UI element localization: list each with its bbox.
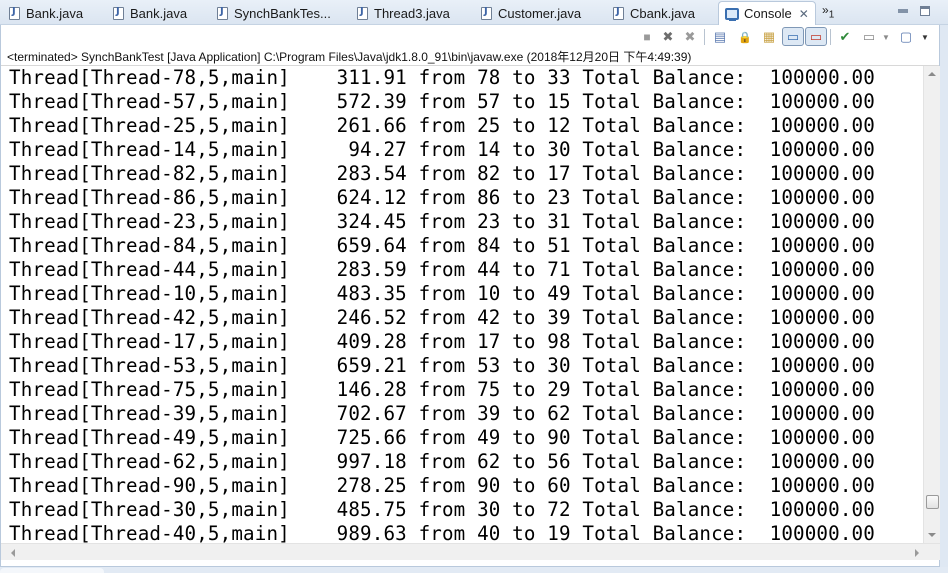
stop-square-icon: ■ — [643, 30, 651, 44]
console-line: Thread[Thread-44,5,main] 283.59 from 44 … — [9, 258, 875, 281]
tab-thread3-java[interactable]: Thread3.java — [357, 2, 450, 25]
scroll-lock-icon: 🔒 — [738, 31, 752, 44]
close-icon[interactable]: ✕ — [799, 7, 809, 21]
tab-label: Thread3.java — [374, 6, 450, 21]
java-file-icon — [113, 6, 124, 20]
pin-console-icon: ✔ — [839, 29, 851, 44]
bottom-panel-strip — [0, 567, 948, 573]
show-stdout-icon: ▭ — [786, 28, 800, 44]
display-selected-console-button[interactable]: ▭ — [861, 29, 877, 45]
terminate-button[interactable]: ■ — [639, 29, 655, 45]
tab-bank-java-2[interactable]: Bank.java — [113, 2, 187, 25]
console-line: Thread[Thread-14,5,main] 94.27 from 14 t… — [9, 138, 875, 161]
java-file-icon — [357, 6, 368, 20]
console-icon — [725, 7, 739, 21]
editor-tab-bar: Bank.java Bank.java SynchBankTes... Thre… — [0, 0, 948, 25]
console-line: Thread[Thread-17,5,main] 409.28 from 17 … — [9, 330, 875, 353]
console-line: Thread[Thread-90,5,main] 278.25 from 90 … — [9, 474, 875, 497]
console-output[interactable]: Thread[Thread-78,5,main] 311.91 from 78 … — [1, 66, 923, 543]
chevron-down-icon: ▼ — [882, 32, 890, 42]
remove-all-terminated-button[interactable]: ✖ — [682, 29, 698, 45]
console-line: Thread[Thread-39,5,main] 702.67 from 39 … — [9, 402, 875, 425]
display-console-icon: ▭ — [862, 29, 876, 44]
open-console-button[interactable]: ▢ — [898, 29, 914, 45]
chevron-down-icon: ▼ — [921, 32, 929, 42]
pin-console-button[interactable]: ✔ — [837, 29, 853, 45]
show-on-stderr-toggle[interactable]: ▭ — [805, 27, 827, 46]
scroll-up-arrow-icon[interactable] — [928, 72, 936, 76]
console-line: Thread[Thread-78,5,main] 311.91 from 78 … — [9, 66, 875, 89]
tab-label: Bank.java — [130, 6, 188, 21]
clear-console-icon: ▤ — [713, 29, 727, 44]
maximize-button[interactable] — [920, 6, 930, 16]
horizontal-scrollbar[interactable] — [1, 543, 940, 560]
bottom-panel-tab[interactable] — [0, 568, 104, 573]
console-line: Thread[Thread-86,5,main] 624.12 from 86 … — [9, 186, 875, 209]
tab-customer-java[interactable]: Customer.java — [481, 2, 581, 25]
chevron-double-right-icon: » — [822, 3, 829, 17]
console-line: Thread[Thread-75,5,main] 146.28 from 75 … — [9, 378, 875, 401]
scroll-left-arrow-icon[interactable] — [11, 549, 15, 557]
console-line: Thread[Thread-62,5,main] 997.18 from 62 … — [9, 450, 875, 473]
toolbar-separator — [830, 29, 831, 45]
java-file-icon — [481, 6, 492, 20]
console-line: Thread[Thread-10,5,main] 483.35 from 10 … — [9, 282, 875, 305]
toolbar-separator — [704, 29, 705, 45]
overflow-count: 1 — [828, 9, 835, 21]
display-console-dropdown[interactable]: ▼ — [878, 29, 894, 45]
java-file-icon — [9, 6, 20, 20]
word-wrap-icon: ▦ — [762, 29, 776, 44]
scroll-right-arrow-icon[interactable] — [915, 549, 919, 557]
console-line: Thread[Thread-84,5,main] 659.64 from 84 … — [9, 234, 875, 257]
console-line: Thread[Thread-49,5,main] 725.66 from 49 … — [9, 426, 875, 449]
tab-bank-java-1[interactable]: Bank.java — [9, 2, 83, 25]
scroll-down-arrow-icon[interactable] — [928, 533, 936, 537]
clear-console-button[interactable]: ▤ — [712, 29, 728, 45]
console-line: Thread[Thread-82,5,main] 283.54 from 82 … — [9, 162, 875, 185]
launch-status: <terminated> SynchBankTest [Java Applica… — [7, 50, 692, 64]
remove-launch-button[interactable]: ✖ — [660, 29, 676, 45]
show-on-stdout-toggle[interactable]: ▭ — [782, 27, 804, 46]
tab-label: Console — [744, 6, 792, 21]
open-console-icon: ▢ — [899, 29, 913, 44]
remove-all-icon: ✖ — [684, 29, 696, 44]
console-line: Thread[Thread-30,5,main] 485.75 from 30 … — [9, 498, 875, 521]
console-toolbar: ■ ✖ ✖ ▤ 🔒 ▦ ▭ ▭ ✔ ▭ ▼ ▢ ▼ — [1, 25, 939, 47]
java-file-icon — [217, 6, 228, 20]
tab-cbank-java[interactable]: Cbank.java — [613, 2, 695, 25]
tab-label: Bank.java — [26, 6, 84, 21]
show-stderr-icon: ▭ — [809, 28, 823, 44]
scroll-lock-button[interactable]: 🔒 — [737, 29, 753, 45]
java-file-icon — [613, 6, 624, 20]
tab-console[interactable]: Console ✕ — [718, 1, 816, 25]
tab-label: Customer.java — [498, 6, 582, 21]
minimize-button[interactable] — [898, 9, 908, 13]
word-wrap-button[interactable]: ▦ — [761, 29, 777, 45]
console-line: Thread[Thread-23,5,main] 324.45 from 23 … — [9, 210, 875, 233]
console-line: Thread[Thread-42,5,main] 246.52 from 42 … — [9, 306, 875, 329]
console-line: Thread[Thread-57,5,main] 572.39 from 57 … — [9, 90, 875, 113]
scrollbar-thumb[interactable] — [926, 495, 939, 510]
console-line: Thread[Thread-40,5,main] 989.63 from 40 … — [9, 522, 875, 543]
console-view: ■ ✖ ✖ ▤ 🔒 ▦ ▭ ▭ ✔ ▭ ▼ ▢ ▼ <terminated> S… — [0, 25, 940, 567]
open-console-dropdown[interactable]: ▼ — [917, 29, 933, 45]
vertical-scrollbar[interactable] — [923, 66, 940, 543]
console-line: Thread[Thread-53,5,main] 659.21 from 53 … — [9, 354, 875, 377]
remove-x-icon: ✖ — [662, 29, 674, 44]
tab-label: Cbank.java — [630, 6, 696, 21]
tab-overflow-button[interactable]: »1 — [822, 3, 834, 20]
tab-synchbanktest[interactable]: SynchBankTes... — [217, 2, 331, 25]
tab-label: SynchBankTes... — [234, 6, 331, 21]
console-line: Thread[Thread-25,5,main] 261.66 from 25 … — [9, 114, 875, 137]
